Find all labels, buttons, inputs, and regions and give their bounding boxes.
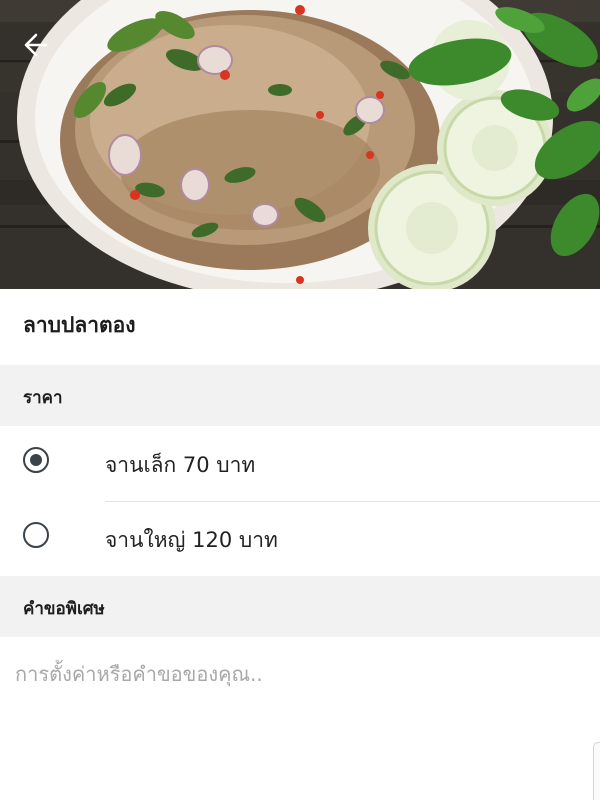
dish-title-row: ลาบปลาตอง [0,289,600,365]
price-section-title: ราคา [23,388,63,408]
radio-selected-icon[interactable] [23,447,49,473]
price-option-label: จานเล็ก 70 บาท [105,453,256,477]
edge-scroll-handle [593,742,600,800]
special-request-input[interactable] [0,637,600,800]
dish-photo [0,0,600,289]
price-section-header: ราคา [0,365,600,426]
price-option-label: จานใหญ่ 120 บาท [105,528,278,552]
radio-unselected-icon[interactable] [23,522,49,548]
price-option-small[interactable]: จานเล็ก 70 บาท [0,426,600,500]
special-request-title: คำขอพิเศษ [23,599,105,619]
price-option-large[interactable]: จานใหญ่ 120 บาท [0,501,600,575]
back-button[interactable] [14,28,58,62]
menu-item-detail-screen: ลาบปลาตอง ราคา จานเล็ก 70 บาท จานใหญ่ 12… [0,0,600,800]
special-request-header: คำขอพิเศษ [0,576,600,637]
food-photo-illustration [0,0,600,289]
dish-title: ลาบปลาตอง [23,313,136,337]
arrow-left-icon [24,33,48,57]
